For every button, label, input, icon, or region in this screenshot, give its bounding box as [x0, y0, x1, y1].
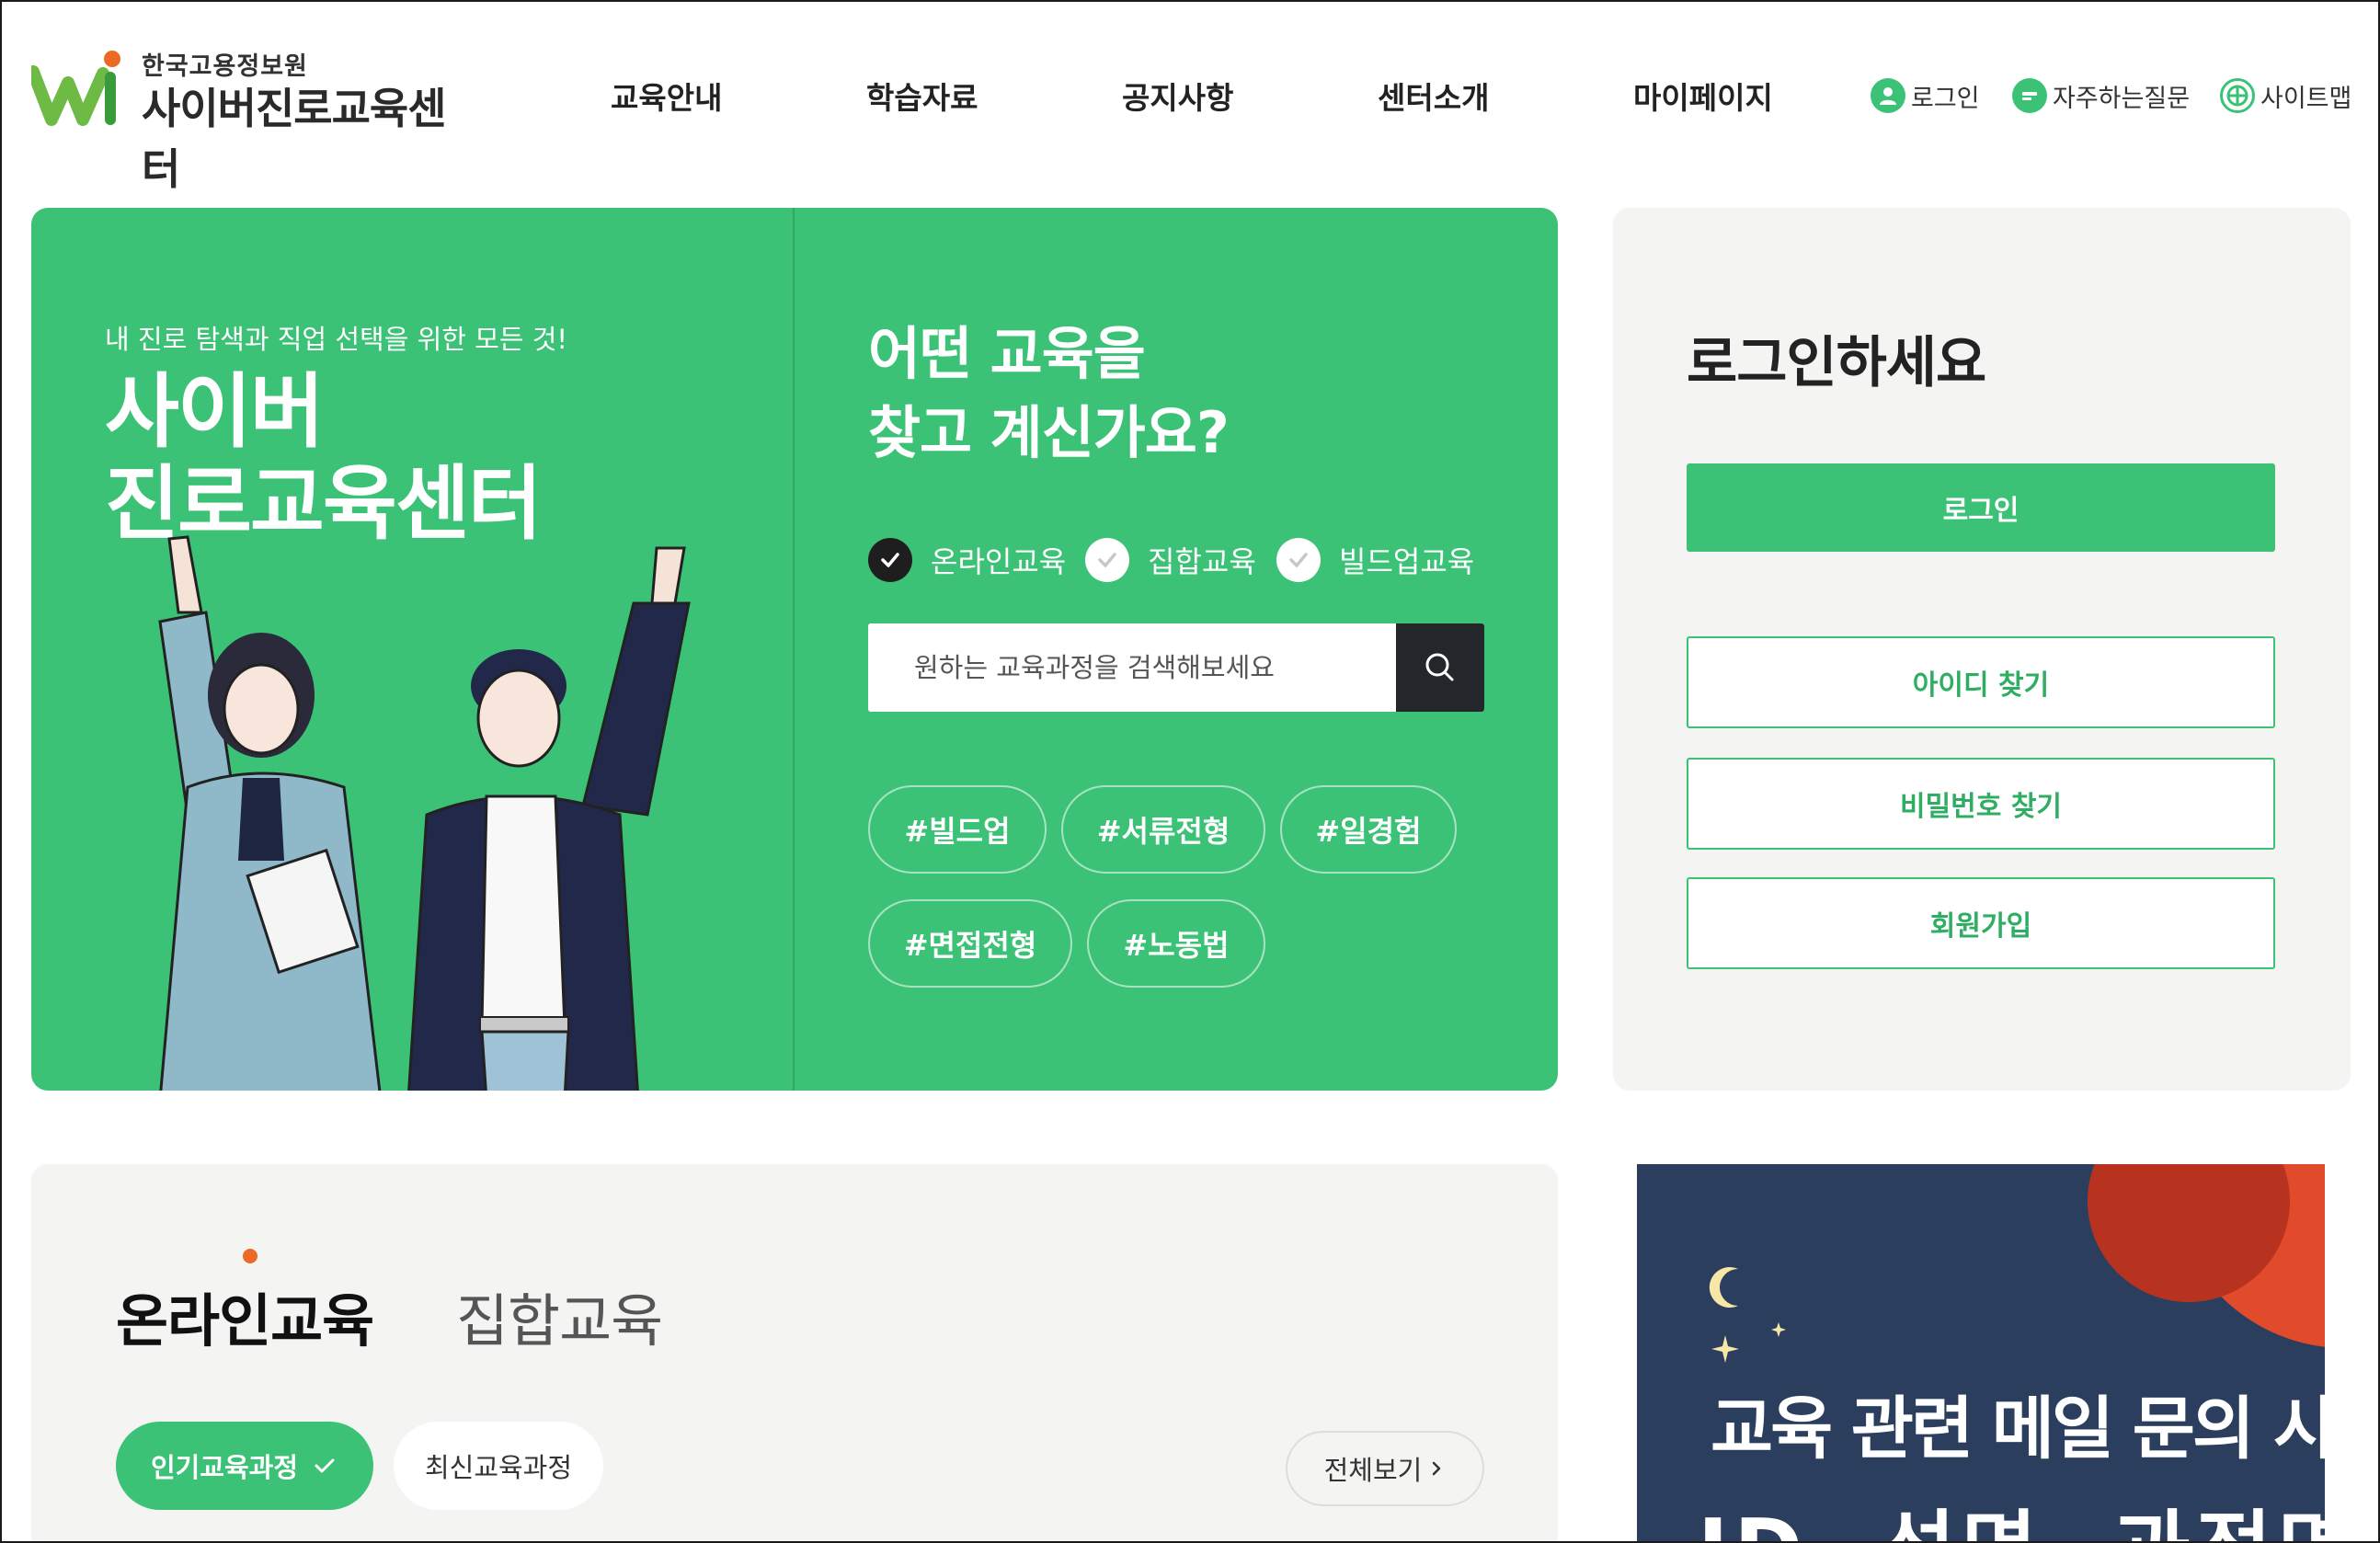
- check-icon: [315, 1458, 335, 1473]
- hashtag-buildup[interactable]: #빌드업: [868, 785, 1047, 874]
- hashtag-work-experience[interactable]: #일경험: [1280, 785, 1457, 874]
- util-faq-label: 자주하는질문: [2053, 84, 2191, 113]
- course-search: [868, 623, 1484, 712]
- login-panel: 로그인하세요 로그인 아이디 찾기 비밀번호 찾기 회원가입: [1613, 208, 2351, 1091]
- nav-item-mypage[interactable]: 마이페이지: [1633, 74, 1773, 118]
- logo-title: 사이버진로교육센터: [142, 84, 447, 194]
- util-sitemap-link[interactable]: 사이트맵: [2220, 75, 2351, 116]
- check-icon: [1276, 538, 1321, 582]
- nav-item-about[interactable]: 센터소개: [1378, 74, 1489, 118]
- hashtag-interview[interactable]: #면접전형: [868, 899, 1072, 988]
- nav-item-education[interactable]: 교육안내: [611, 74, 722, 118]
- search-button[interactable]: [1396, 623, 1484, 712]
- signup-button[interactable]: 회원가입: [1687, 877, 2275, 969]
- sitemap-icon: [2220, 78, 2255, 113]
- option-buildup[interactable]: 빌드업교육: [1276, 537, 1474, 583]
- filter-popular-label: 인기교육과정: [150, 1452, 299, 1483]
- active-tab-dot: [243, 1249, 257, 1263]
- banner-line1: 교육 관련 메일 문의 시: [1711, 1389, 2325, 1469]
- util-faq-link[interactable]: 자주하는질문: [2012, 75, 2190, 116]
- search-icon: [1425, 653, 1454, 681]
- course-section: 온라인교육 집합교육 인기교육과정 최신교육과정 전체보기: [31, 1164, 1558, 1541]
- util-login-link[interactable]: 로그인: [1871, 75, 1980, 116]
- nav-item-notice[interactable]: 공지사항: [1122, 74, 1233, 118]
- check-icon: [868, 538, 912, 582]
- chat-icon: [2012, 78, 2047, 113]
- hero-question-line1: 어떤 교육을: [868, 320, 1146, 387]
- find-password-button[interactable]: 비밀번호 찾기: [1687, 758, 2275, 850]
- option-online[interactable]: 온라인교육: [868, 537, 1066, 583]
- filter-popular[interactable]: 인기교육과정: [116, 1422, 373, 1510]
- option-online-label: 온라인교육: [931, 544, 1067, 579]
- login-title: 로그인하세요: [1687, 331, 1986, 395]
- hero-divider: [793, 208, 795, 1091]
- search-input[interactable]: [868, 623, 1396, 712]
- header: 한국고용정보원 사이버진로교육센터 교육안내 학습자료 공지사항 센터소개 마이…: [2, 2, 2378, 194]
- login-button[interactable]: 로그인: [1687, 463, 2275, 552]
- option-offline-label: 집합교육: [1148, 544, 1256, 579]
- hashtag-documents[interactable]: #서류전형: [1061, 785, 1265, 874]
- option-buildup-label: 빌드업교육: [1339, 544, 1475, 579]
- cheering-people-illustration: [158, 535, 691, 1091]
- check-icon: [1085, 538, 1129, 582]
- tab-online[interactable]: 온라인교육: [116, 1274, 374, 1357]
- hashtag-labor-law[interactable]: #노동법: [1087, 899, 1265, 988]
- option-offline[interactable]: 집합교육: [1085, 537, 1256, 583]
- tab-offline[interactable]: 집합교육: [456, 1274, 663, 1357]
- util-login-label: 로그인: [1911, 84, 1980, 113]
- chevron-right-icon: [1433, 1461, 1441, 1476]
- view-all-label: 전체보기: [1323, 1455, 1423, 1486]
- view-all-button[interactable]: 전체보기: [1286, 1431, 1484, 1506]
- email-inquiry-banner[interactable]: 교육 관련 메일 문의 시 ID, 성명, 과정명: [1637, 1164, 2325, 1541]
- util-sitemap-label: 사이트맵: [2260, 84, 2352, 113]
- site-logo[interactable]: 한국고용정보원 사이버진로교육센터: [31, 46, 473, 194]
- hero-title-line1: 사이버: [105, 364, 325, 459]
- hero-tagline: 내 진로 탐색과 직업 선택을 위한 모든 것!: [105, 324, 568, 355]
- filter-latest[interactable]: 최신교육과정: [394, 1422, 603, 1510]
- page-frame: 한국고용정보원 사이버진로교육센터 교육안내 학습자료 공지사항 센터소개 마이…: [0, 0, 2380, 1543]
- find-id-button[interactable]: 아이디 찾기: [1687, 636, 2275, 728]
- hero-question-line2: 찾고 계신가요?: [868, 399, 1230, 466]
- hero-section: 내 진로 탐색과 직업 선택을 위한 모든 것! 사이버 진로교육센터 어떤 교…: [31, 208, 1558, 1091]
- nav-item-materials[interactable]: 학습자료: [866, 74, 978, 118]
- hero-question: 어떤 교육을 찾고 계신가요?: [868, 314, 1230, 473]
- logo-mark-icon: [31, 51, 120, 126]
- banner-line2: ID, 성명, 과정명: [1698, 1482, 2325, 1541]
- user-icon: [1871, 78, 1905, 113]
